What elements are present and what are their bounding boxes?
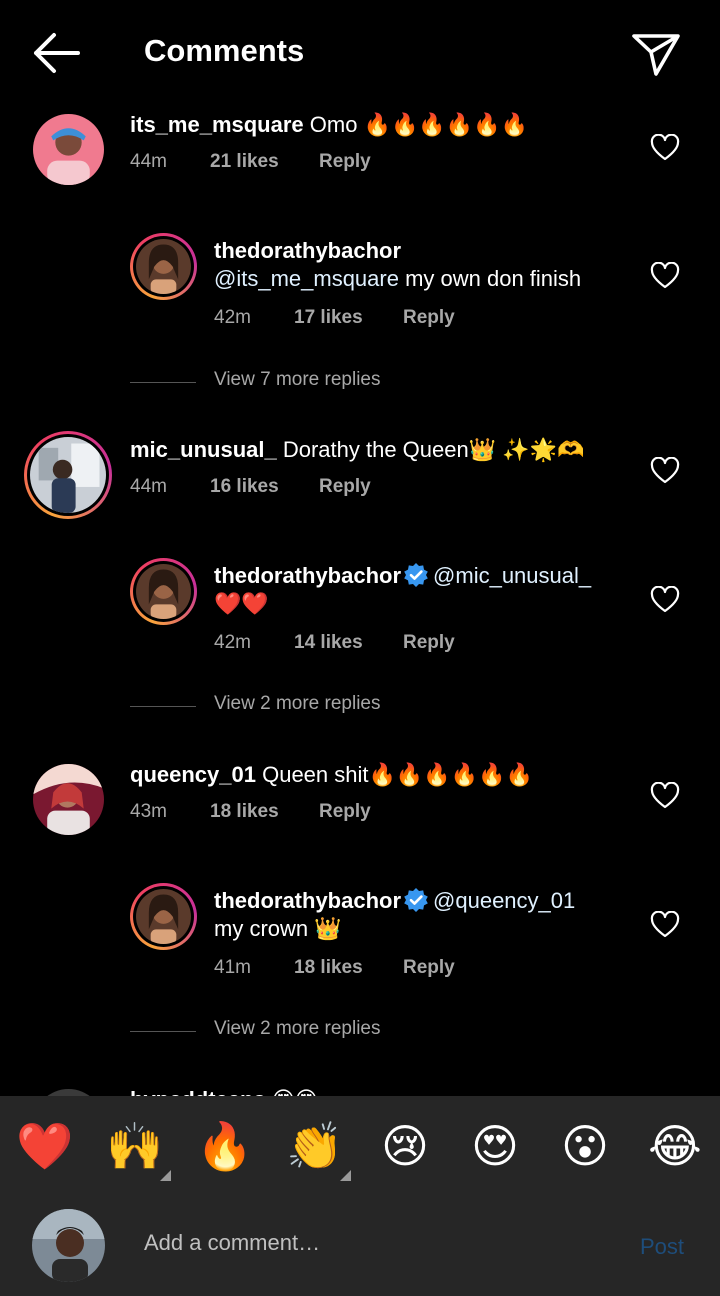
mention-link[interactable]: @queency_01 xyxy=(433,888,575,913)
like-button[interactable] xyxy=(650,781,680,810)
verified-badge-icon xyxy=(404,888,428,912)
emoji-heart-eyes[interactable]: 😍 xyxy=(465,1116,525,1176)
reply-likes[interactable]: 18 likes xyxy=(294,955,363,981)
header: Comments xyxy=(0,0,720,100)
user-avatar xyxy=(32,1209,105,1282)
avatar[interactable] xyxy=(33,764,104,835)
like-button[interactable] xyxy=(650,456,680,485)
like-button[interactable] xyxy=(650,585,680,614)
like-button[interactable] xyxy=(650,261,680,290)
avatar[interactable] xyxy=(130,558,197,625)
reply-text: my own don finish xyxy=(398,266,582,291)
reply-text: my crown 👑 xyxy=(214,916,342,941)
send-icon xyxy=(632,34,680,76)
comment-time: 44m xyxy=(130,151,167,172)
comment-likes[interactable]: 18 likes xyxy=(210,799,279,825)
comment-username[interactable]: its_me_msquare xyxy=(130,112,304,137)
avatar[interactable] xyxy=(130,233,197,300)
view-more-replies[interactable]: View 2 more replies xyxy=(130,691,530,721)
comment-likes[interactable]: 21 likes xyxy=(210,149,279,175)
avatar[interactable] xyxy=(33,114,104,185)
like-button[interactable] xyxy=(650,910,680,939)
comment-username[interactable]: mic_unusual_ xyxy=(130,437,277,462)
verified-badge-icon xyxy=(404,563,428,587)
heart-icon xyxy=(650,456,680,484)
view-more-replies[interactable]: View 7 more replies xyxy=(130,367,530,397)
like-button[interactable] xyxy=(650,133,680,162)
comment-likes[interactable]: 16 likes xyxy=(210,474,279,500)
comment-time: 43m xyxy=(130,801,167,822)
view-more-replies[interactable]: View 2 more replies xyxy=(130,1016,530,1046)
reply-username[interactable]: thedorathybachor xyxy=(214,563,401,588)
emoji-red-heart[interactable]: ❤️ xyxy=(15,1116,75,1176)
reply-button[interactable]: Reply xyxy=(403,630,455,656)
divider xyxy=(130,382,196,383)
reply-username[interactable]: thedorathybachor xyxy=(214,888,401,913)
reply-time: 42m xyxy=(214,307,251,328)
avatar[interactable] xyxy=(33,1089,104,1096)
emoji-quick-bar: ❤️ 🙌 🔥 👏 😢 😍 😮 😂 xyxy=(0,1096,720,1196)
heart-icon xyxy=(650,133,680,161)
skin-tone-indicator xyxy=(160,1170,171,1181)
comment-input[interactable] xyxy=(144,1223,604,1263)
page-title: Comments xyxy=(144,33,305,68)
comment-time: 44m xyxy=(130,476,167,497)
reply-likes[interactable]: 14 likes xyxy=(294,630,363,656)
divider xyxy=(130,706,196,707)
share-button[interactable] xyxy=(630,30,682,78)
reply-time: 42m xyxy=(214,632,251,653)
post-button[interactable]: Post xyxy=(640,1234,684,1260)
comment-composer: Post xyxy=(0,1196,720,1296)
comment-username[interactable]: hypeddteens xyxy=(130,1087,266,1096)
mention-link[interactable]: @its_me_msquare xyxy=(214,266,399,291)
reply-time: 41m xyxy=(214,957,251,978)
reply-username[interactable]: thedorathybachor xyxy=(214,237,634,265)
arrow-left-icon xyxy=(34,33,80,73)
heart-icon xyxy=(650,781,680,809)
reply-text: ❤️❤️ xyxy=(214,591,269,616)
emoji-surprised-face[interactable]: 😮 xyxy=(555,1116,615,1176)
reply-button[interactable]: Reply xyxy=(403,305,455,331)
comment-text: Queen shit🔥🔥🔥🔥🔥🔥 xyxy=(262,762,533,787)
emoji-tears-of-joy[interactable]: 😂 xyxy=(645,1116,705,1176)
comments-list[interactable]: its_me_msquare Omo 🔥🔥🔥🔥🔥🔥 44m 21 likes R… xyxy=(0,100,720,1096)
emoji-raising-hands[interactable]: 🙌 xyxy=(105,1116,165,1176)
emoji-clapping-hands[interactable]: 👏 xyxy=(285,1116,345,1176)
skin-tone-indicator xyxy=(340,1170,351,1181)
divider xyxy=(130,1031,196,1032)
comment-username[interactable]: queency_01 xyxy=(130,762,256,787)
comment-text: 😍😍 xyxy=(272,1087,318,1096)
heart-icon xyxy=(650,585,680,613)
comment-text: Omo 🔥🔥🔥🔥🔥🔥 xyxy=(309,112,528,137)
reply-button[interactable]: Reply xyxy=(319,799,371,825)
avatar[interactable] xyxy=(130,883,197,950)
heart-icon xyxy=(650,261,680,289)
reply-button[interactable]: Reply xyxy=(319,474,371,500)
avatar[interactable] xyxy=(24,431,112,519)
reply-button[interactable]: Reply xyxy=(319,149,371,175)
reply-button[interactable]: Reply xyxy=(403,955,455,981)
heart-icon xyxy=(650,910,680,938)
back-button[interactable] xyxy=(30,30,82,76)
emoji-crying-face[interactable]: 😢 xyxy=(375,1116,435,1176)
reply-likes[interactable]: 17 likes xyxy=(294,305,363,331)
emoji-fire[interactable]: 🔥 xyxy=(195,1116,255,1176)
comment-text: Dorathy the Queen👑 ✨🌟🫶 xyxy=(282,437,585,462)
mention-link[interactable]: @mic_unusual_ xyxy=(433,563,591,588)
